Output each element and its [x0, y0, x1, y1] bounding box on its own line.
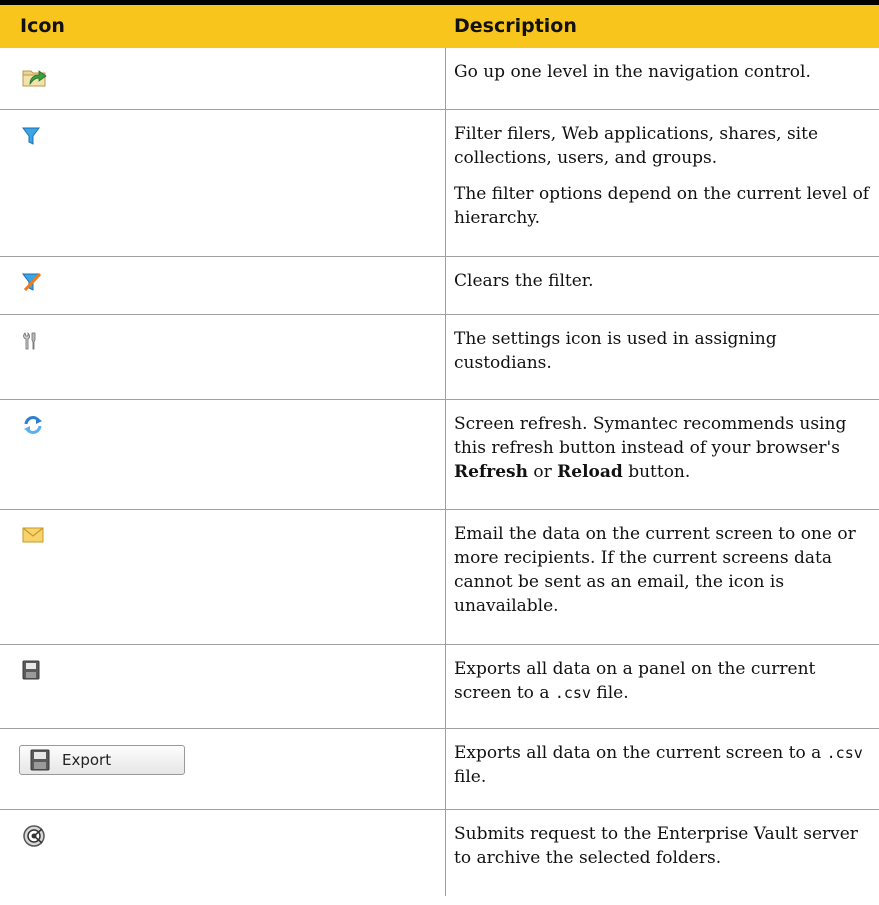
row-description-extra: The filter options depend on the current…: [454, 184, 870, 228]
table-row: Export Exports all data on the current s…: [0, 729, 879, 810]
icon-table: Icon Description Go up one level in the …: [0, 5, 879, 896]
table-row: Filter filers, Web applications, shares,…: [0, 110, 879, 257]
archive-icon[interactable]: [22, 824, 46, 848]
clear-filter-icon[interactable]: [22, 272, 42, 292]
table-row: Clears the filter.: [0, 257, 879, 315]
header-icon: Icon: [20, 15, 65, 37]
row-description: The settings icon is used in assigning c…: [454, 329, 777, 373]
refresh-icon[interactable]: [22, 414, 44, 436]
export-button[interactable]: Export: [19, 745, 185, 775]
row-description: Clears the filter.: [454, 271, 594, 291]
folder-up-icon[interactable]: [22, 64, 48, 88]
reload-term: Reload: [557, 462, 623, 482]
table-row: Submits request to the Enterprise Vault …: [0, 810, 879, 896]
row-description: Exports all data on the current screen t…: [454, 743, 863, 787]
settings-icon[interactable]: [22, 331, 38, 351]
table-row: Exports all data on a panel on the curre…: [0, 645, 879, 729]
row-description: Exports all data on a panel on the curre…: [454, 659, 816, 703]
refresh-term: Refresh: [454, 462, 528, 482]
table-row: Go up one level in the navigation contro…: [0, 48, 879, 110]
csv-extension: .csv: [554, 684, 591, 702]
csv-extension: .csv: [826, 744, 863, 762]
table-row: Email the data on the current screen to …: [0, 510, 879, 645]
row-description: Email the data on the current screen to …: [454, 524, 856, 616]
row-description: Filter filers, Web applications, shares,…: [454, 124, 819, 168]
export-button-label: Export: [62, 751, 112, 769]
table-row: Screen refresh. Symantec recommends usin…: [0, 400, 879, 510]
row-description: Screen refresh. Symantec recommends usin…: [454, 414, 847, 482]
header-description: Description: [454, 15, 577, 37]
save-icon: [30, 749, 50, 771]
email-icon[interactable]: [22, 527, 44, 543]
table-row: The settings icon is used in assigning c…: [0, 315, 879, 400]
table-header: Icon Description: [0, 5, 879, 48]
filter-icon[interactable]: [22, 126, 40, 146]
save-icon[interactable]: [22, 660, 40, 680]
row-description: Go up one level in the navigation contro…: [454, 62, 811, 82]
row-description: Submits request to the Enterprise Vault …: [454, 824, 858, 868]
